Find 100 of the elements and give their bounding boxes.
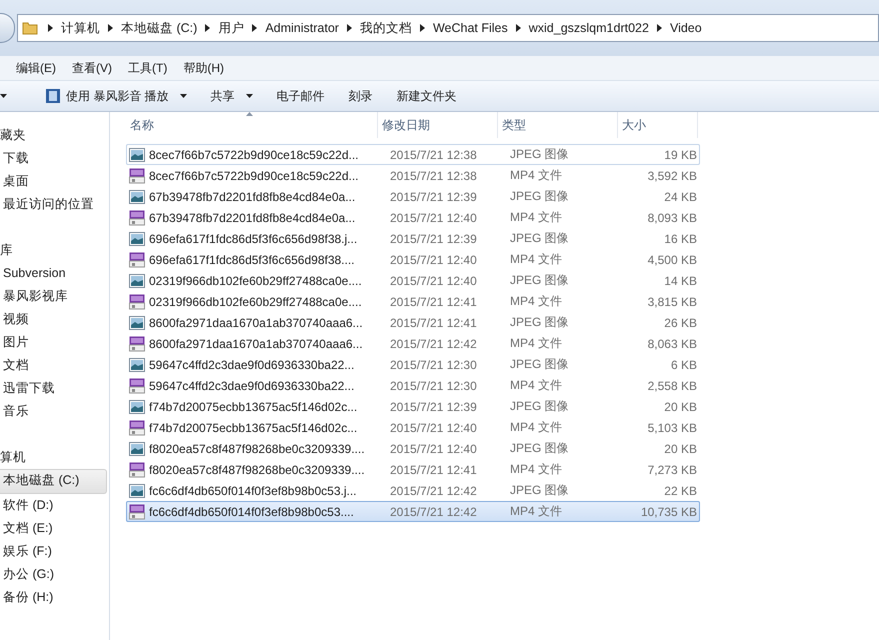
breadcrumb-arrow-icon[interactable] <box>205 24 210 32</box>
toolbar-button[interactable]: 新建文件夹 <box>384 82 469 110</box>
sidebar-item[interactable]: 图片 <box>0 331 107 354</box>
column-header[interactable]: 修改日期 <box>378 112 498 138</box>
toolbar-button[interactable]: 共享 <box>198 82 265 110</box>
column-header[interactable]: 类型 <box>498 112 618 138</box>
breadcrumb-arrow-icon[interactable] <box>656 24 662 32</box>
file-row[interactable]: 59647c4ffd2c3dae9f0d6936330ba22... 2015/7/21 12:30 MP4 文件 2,558 KB <box>126 375 700 396</box>
sidebar-item[interactable]: 下载 <box>0 147 107 170</box>
date-modified: 2015/7/21 12:38 <box>389 148 478 162</box>
image-file-icon <box>129 190 145 204</box>
film-icon <box>45 88 61 104</box>
menu-item[interactable]: 编辑(E) <box>8 60 64 76</box>
sidebar-item[interactable]: Subversion <box>0 262 107 285</box>
menu-item[interactable]: 工具(T) <box>120 60 176 76</box>
file-row[interactable]: f8020ea57c8f487f98268be0c3209339.... 2015/7/21 12:41 MP4 文件 7,273 KB <box>126 459 700 480</box>
sidebar-item[interactable]: 软件 (D:) <box>0 494 107 517</box>
breadcrumb-item[interactable]: Administrator <box>259 21 345 35</box>
file-size: 14 KB <box>663 274 698 288</box>
menu-item[interactable]: 帮助(H) <box>175 60 232 76</box>
sidebar-item[interactable]: 暴风影视库 <box>0 285 107 308</box>
file-row[interactable]: 696efa617f1fdc86d5f3f6c656d98f38.... 2015/7/21 12:40 MP4 文件 4,500 KB <box>126 249 700 270</box>
file-size: 8,093 KB <box>646 210 698 224</box>
video-file-icon <box>129 294 145 310</box>
file-size: 19 KB <box>663 148 698 162</box>
breadcrumb-arrow-icon[interactable] <box>346 24 352 32</box>
play-with-button[interactable]: 使用 暴风影音 播放 <box>33 82 199 110</box>
file-row[interactable]: f74b7d20075ecbb13675ac5f146d02c... 2015/7/21 12:40 MP4 文件 5,103 KB <box>126 417 700 438</box>
sidebar-group-title[interactable]: 藏夹 <box>0 124 109 147</box>
file-row[interactable]: 8600fa2971daa1670a1ab370740aaa6... 2015/7/21 12:42 MP4 文件 8,063 KB <box>126 333 700 354</box>
date-modified: 2015/7/21 12:41 <box>389 294 478 308</box>
file-type: MP4 文件 <box>509 461 564 478</box>
sidebar-group-title[interactable]: 算机 <box>0 446 109 469</box>
breadcrumb-arrow-icon[interactable] <box>420 24 425 32</box>
file-type: JPEG 图像 <box>509 440 570 457</box>
sidebar-item[interactable]: 视频 <box>0 308 107 331</box>
file-size: 3,592 KB <box>646 168 698 182</box>
file-row[interactable]: 02319f966db102fe60b29ff27488ca0e.... 2015/7/21 12:41 MP4 文件 3,815 KB <box>126 291 700 312</box>
file-name: 67b39478fb7d2201fd8fb8e4cd84e0a... <box>149 190 356 204</box>
file-name: 8600fa2971daa1670a1ab370740aaa6... <box>149 336 363 350</box>
toolbar-button[interactable]: 电子邮件 <box>264 82 337 110</box>
breadcrumb-item[interactable]: 我的文档 <box>354 20 418 36</box>
sidebar-item[interactable]: 文档 <box>0 354 107 377</box>
file-row[interactable]: 8cec7f66b7c5722b9d90ce18c59c22d... 2015/7/21 12:38 JPEG 图像 19 KB <box>126 144 700 165</box>
breadcrumb-arrow-icon[interactable] <box>48 24 53 32</box>
caret-icon[interactable] <box>0 94 7 98</box>
file-size: 26 KB <box>663 316 698 330</box>
file-size: 20 KB <box>663 400 698 414</box>
breadcrumb-arrow-icon[interactable] <box>108 24 113 32</box>
file-row[interactable]: fc6c6df4db650f014f0f3ef8b98b0c53.... 2015/7/21 12:42 MP4 文件 10,735 KB <box>126 501 700 522</box>
breadcrumb-arrow-icon[interactable] <box>252 24 258 32</box>
sidebar-group-title[interactable]: 库 <box>0 239 109 262</box>
file-row[interactable]: 02319f966db102fe60b29ff27488ca0e.... 2015/7/21 12:40 JPEG 图像 14 KB <box>126 270 700 291</box>
breadcrumb-item[interactable]: 计算机 <box>55 20 106 36</box>
sidebar-item[interactable]: 本地磁盘 (C:) <box>0 469 107 494</box>
sidebar-item[interactable]: 音乐 <box>0 400 107 423</box>
file-type: JPEG 图像 <box>509 482 570 499</box>
date-modified: 2015/7/21 12:42 <box>389 484 478 498</box>
file-type: JPEG 图像 <box>509 146 570 163</box>
back-button[interactable] <box>0 13 15 43</box>
breadcrumb-item[interactable]: wxid_gszslqm1drt022 <box>522 21 655 35</box>
file-row[interactable]: 8600fa2971daa1670a1ab370740aaa6... 2015/7/21 12:41 JPEG 图像 26 KB <box>126 312 700 333</box>
file-row[interactable]: f74b7d20075ecbb13675ac5f146d02c... 2015/7/21 12:39 JPEG 图像 20 KB <box>126 396 700 417</box>
column-header[interactable]: 名称 <box>126 112 378 138</box>
breadcrumb-arrow-icon[interactable] <box>516 24 521 32</box>
date-modified: 2015/7/21 12:40 <box>389 420 478 434</box>
breadcrumb-item[interactable]: 用户 <box>212 20 250 36</box>
file-row[interactable]: 67b39478fb7d2201fd8fb8e4cd84e0a... 2015/7/21 12:40 MP4 文件 8,093 KB <box>126 207 700 228</box>
sidebar-item[interactable]: 文档 (E:) <box>0 517 107 540</box>
file-type: MP4 文件 <box>509 503 564 520</box>
sidebar-item[interactable]: 迅雷下载 <box>0 377 107 400</box>
column-header[interactable]: 大小 <box>618 112 698 138</box>
file-type: MP4 文件 <box>509 335 564 352</box>
file-row[interactable]: 696efa617f1fdc86d5f3f6c656d98f38.j... 2015/7/21 12:39 JPEG 图像 16 KB <box>126 228 700 249</box>
sidebar-item[interactable]: 备份 (H:) <box>0 586 107 609</box>
file-row[interactable]: f8020ea57c8f487f98268be0c3209339.... 2015/7/21 12:40 JPEG 图像 20 KB <box>126 438 700 459</box>
file-row[interactable]: 8cec7f66b7c5722b9d90ce18c59c22d... 2015/7/21 12:38 MP4 文件 3,592 KB <box>126 165 700 186</box>
file-size: 2,558 KB <box>646 378 698 392</box>
file-row[interactable]: fc6c6df4db650f014f0f3ef8b98b0c53.j... 2015/7/21 12:42 JPEG 图像 22 KB <box>126 480 700 501</box>
breadcrumb-item[interactable]: WeChat Files <box>426 21 514 35</box>
menu-item[interactable]: 查看(V) <box>64 60 120 76</box>
file-row[interactable]: 59647c4ffd2c3dae9f0d6936330ba22... 2015/7/21 12:30 JPEG 图像 6 KB <box>126 354 700 375</box>
date-modified: 2015/7/21 12:30 <box>389 358 478 372</box>
video-file-icon <box>129 168 145 184</box>
sidebar-item[interactable]: 娱乐 (F:) <box>0 540 107 563</box>
sidebar-item[interactable]: 办公 (G:) <box>0 563 107 586</box>
file-size: 3,815 KB <box>646 294 698 308</box>
sidebar-item[interactable]: 桌面 <box>0 170 107 193</box>
date-modified: 2015/7/21 12:30 <box>389 378 478 392</box>
breadcrumb-item[interactable]: 本地磁盘 (C:) <box>115 20 204 36</box>
address-bar[interactable]: 计算机 本地磁盘 (C:) 用户 Administrator 我的文档 WeChat Files wxid_gszslqm1drt022 Video <box>17 14 879 42</box>
breadcrumb-item[interactable]: Video <box>664 21 708 35</box>
file-name: 59647c4ffd2c3dae9f0d6936330ba22... <box>149 378 354 392</box>
file-name: 8cec7f66b7c5722b9d90ce18c59c22d... <box>149 168 359 182</box>
file-name: f8020ea57c8f487f98268be0c3209339.... <box>149 462 365 476</box>
date-modified: 2015/7/21 12:39 <box>389 190 478 204</box>
file-row[interactable]: 67b39478fb7d2201fd8fb8e4cd84e0a... 2015/7/21 12:39 JPEG 图像 24 KB <box>126 186 700 207</box>
toolbar-button[interactable]: 刻录 <box>336 82 385 110</box>
sidebar-item[interactable]: 最近访问的位置 <box>0 193 107 216</box>
file-size: 8,063 KB <box>646 336 698 350</box>
